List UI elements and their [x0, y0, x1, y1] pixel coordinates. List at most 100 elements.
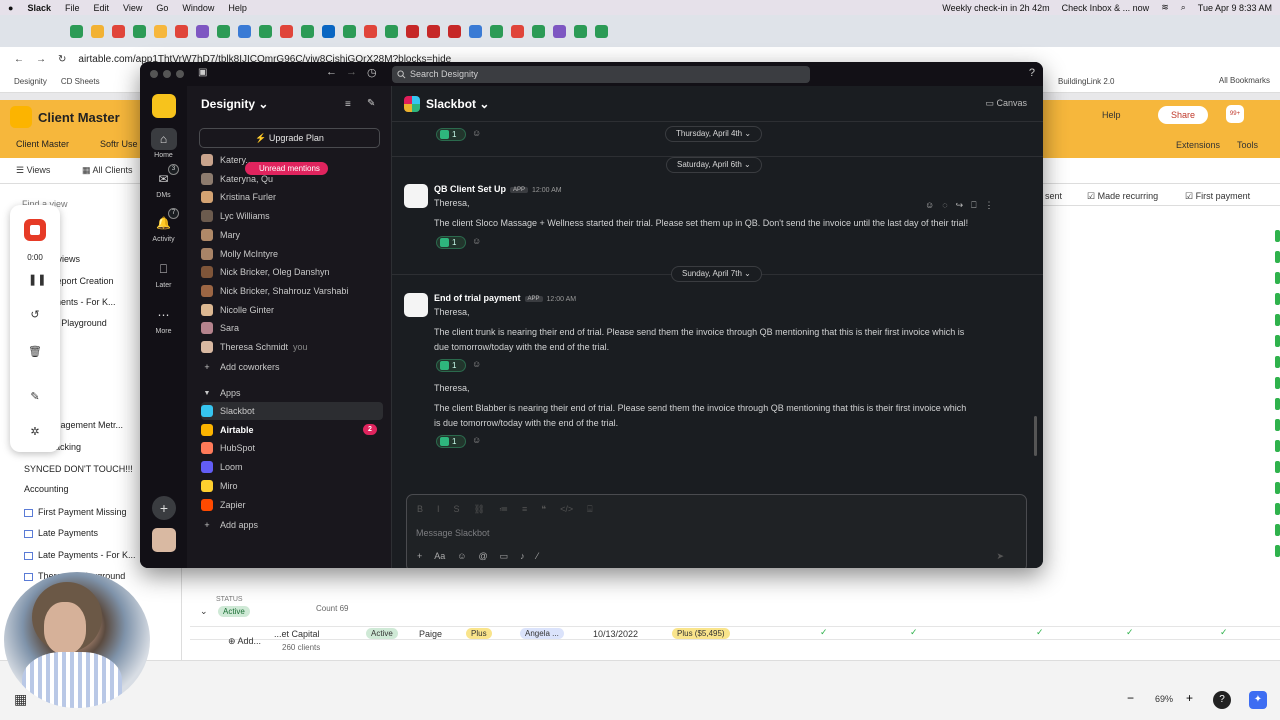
browser-tab[interactable]	[511, 24, 524, 38]
app-item-hubspot[interactable]: HubSpot	[201, 439, 383, 457]
channel-name[interactable]: Slackbot ⌄	[426, 97, 489, 111]
filter-icon[interactable]: ≡	[345, 99, 351, 110]
collapse-group-icon[interactable]: ⌄	[200, 606, 208, 617]
column-made-recurring[interactable]: ☑ Made recurring	[1087, 191, 1158, 202]
browser-tab[interactable]	[133, 24, 146, 38]
add-record-button[interactable]: ⊕ Add...	[228, 636, 261, 647]
share-button[interactable]: Share	[1158, 106, 1208, 124]
checkbox-cell[interactable]	[1275, 398, 1280, 410]
history-icon[interactable]: ◷	[367, 66, 377, 79]
dm-item[interactable]: Molly McIntyre	[201, 245, 383, 263]
rail-activity[interactable]: 🔔 Activity 7	[140, 208, 187, 243]
browser-tab[interactable]	[385, 24, 398, 38]
draw-icon[interactable]: ✎	[28, 390, 42, 404]
reply-icon[interactable]: ◌	[942, 200, 947, 210]
checkbox-cell[interactable]	[1275, 335, 1280, 347]
browser-tab[interactable]	[553, 24, 566, 38]
scrollbar[interactable]	[1034, 416, 1037, 456]
view-name[interactable]: ▦ All Clients	[82, 165, 133, 176]
dm-item[interactable]: Mary	[201, 226, 383, 244]
browser-tab[interactable]	[91, 24, 104, 38]
bookmark-buildinglink[interactable]: BuildingLink 2.0	[1058, 77, 1114, 86]
sparkle-icon[interactable]: ✦	[1249, 691, 1267, 709]
slash-command-icon[interactable]: ⁄	[537, 551, 539, 562]
dm-item[interactable]: Sara	[201, 319, 383, 337]
add-workspace-button[interactable]: +	[152, 496, 176, 520]
menubar-app-name[interactable]: Slack	[27, 3, 51, 13]
workspace-name[interactable]: Designity ⌄	[201, 97, 268, 111]
rail-more[interactable]: ⋯ More	[140, 304, 187, 335]
trash-icon[interactable]: 🗑	[28, 345, 42, 359]
code-block-icon[interactable]: ⌸	[587, 504, 592, 515]
browser-tab[interactable]	[532, 24, 545, 38]
checkbox-cell[interactable]	[1275, 545, 1280, 557]
browser-tab[interactable]	[448, 24, 461, 38]
column-first-payment[interactable]: ☑ First payment	[1185, 191, 1250, 202]
cell-date[interactable]: 10/13/2022	[593, 629, 638, 639]
help-button[interactable]: Help	[1102, 110, 1121, 120]
cell-price[interactable]: Plus ($5,495)	[672, 628, 730, 639]
reaction-check[interactable]: 1	[436, 128, 466, 141]
app-item-loom[interactable]: Loom	[201, 458, 383, 476]
sidebar-view-item[interactable]: Accounting	[24, 484, 69, 494]
reaction-check[interactable]: 1	[436, 359, 466, 372]
browser-tab[interactable]	[196, 24, 209, 38]
browser-tab[interactable]	[70, 24, 83, 38]
sidebar-view-item[interactable]: Late Payments	[24, 528, 98, 538]
checkbox-cell[interactable]	[1275, 440, 1280, 452]
sidebar-toggle-icon[interactable]: ▣	[198, 67, 207, 78]
tools-button[interactable]: Tools	[1237, 140, 1258, 150]
menu-file[interactable]: File	[65, 3, 80, 13]
browser-tab[interactable]	[301, 24, 314, 38]
dm-item[interactable]: Theresa Schmidt you	[201, 338, 383, 356]
compose-icon[interactable]: ✎	[367, 98, 375, 109]
emoji-icon[interactable]: ☺	[457, 551, 466, 562]
upgrade-plan-button[interactable]: ⚡ Upgrade Plan	[199, 128, 380, 148]
unread-mentions-badge[interactable]: Unread mentions	[245, 162, 328, 175]
browser-tab[interactable]	[322, 24, 335, 38]
add-reaction-icon[interactable]: ☺	[472, 359, 485, 372]
column-sent[interactable]: sent	[1045, 191, 1062, 201]
base-title[interactable]: Client Master	[38, 110, 120, 125]
browser-tab[interactable]	[406, 24, 419, 38]
plus-icon[interactable]: +	[417, 551, 422, 562]
pause-icon[interactable]: ❚❚	[28, 273, 46, 287]
dm-item[interactable]: Nick Bricker, Oleg Danshyn	[201, 263, 383, 281]
bookmark-designity[interactable]: Designity	[14, 77, 47, 86]
checkbox-cell[interactable]	[1275, 251, 1280, 263]
workspace-logo[interactable]	[152, 94, 176, 118]
reaction-check[interactable]: 1	[436, 236, 466, 249]
add-apps-button[interactable]: + Add apps	[201, 516, 383, 534]
checkbox-cell[interactable]	[1275, 503, 1280, 515]
text-format-icon[interactable]: Aa	[434, 551, 445, 562]
message-input[interactable]: Message Slackbot	[416, 528, 490, 538]
canvas-button[interactable]: ▭ Canvas	[985, 98, 1027, 109]
mention-icon[interactable]: @	[478, 551, 487, 562]
browser-tab[interactable]	[175, 24, 188, 38]
views-toggle[interactable]: ☰ Views	[16, 165, 50, 176]
avatar[interactable]	[152, 528, 176, 552]
help-icon[interactable]: ?	[1029, 67, 1035, 79]
search-icon[interactable]: ⌕	[1181, 2, 1186, 13]
back-icon[interactable]: ←	[14, 54, 24, 65]
checkbox-cell[interactable]	[1275, 230, 1280, 242]
message-composer[interactable]: B I S ⛓ ≔ ≡ ❝ </> ⌸ Message Slackbot + A…	[406, 494, 1027, 568]
menubar-clock[interactable]: Tue Apr 9 8:33 AM	[1198, 3, 1272, 13]
reaction-check[interactable]: 1	[436, 435, 466, 448]
slack-search-bar[interactable]: Search Designity	[392, 66, 810, 83]
rail-home[interactable]: ⌂ Home	[140, 128, 187, 159]
table-row[interactable]: ...et Capital Active Paige Plus Angela .…	[190, 626, 1280, 640]
zoom-out-icon[interactable]: −	[1127, 691, 1134, 705]
checkbox-cell[interactable]	[1275, 293, 1280, 305]
menu-edit[interactable]: Edit	[93, 3, 109, 13]
browser-tab[interactable]	[217, 24, 230, 38]
extensions-button[interactable]: Extensions	[1176, 140, 1220, 150]
checkbox-cell[interactable]	[1275, 272, 1280, 284]
app-item-miro[interactable]: Miro	[201, 477, 383, 495]
window-close-button[interactable]	[150, 70, 158, 78]
browser-tab[interactable]	[427, 24, 440, 38]
cell-plan[interactable]: Plus	[466, 628, 492, 639]
table-tab-client-master[interactable]: Client Master	[16, 139, 69, 149]
wifi-icon[interactable]: ≋	[1161, 2, 1169, 13]
window-minimize-button[interactable]	[163, 70, 171, 78]
